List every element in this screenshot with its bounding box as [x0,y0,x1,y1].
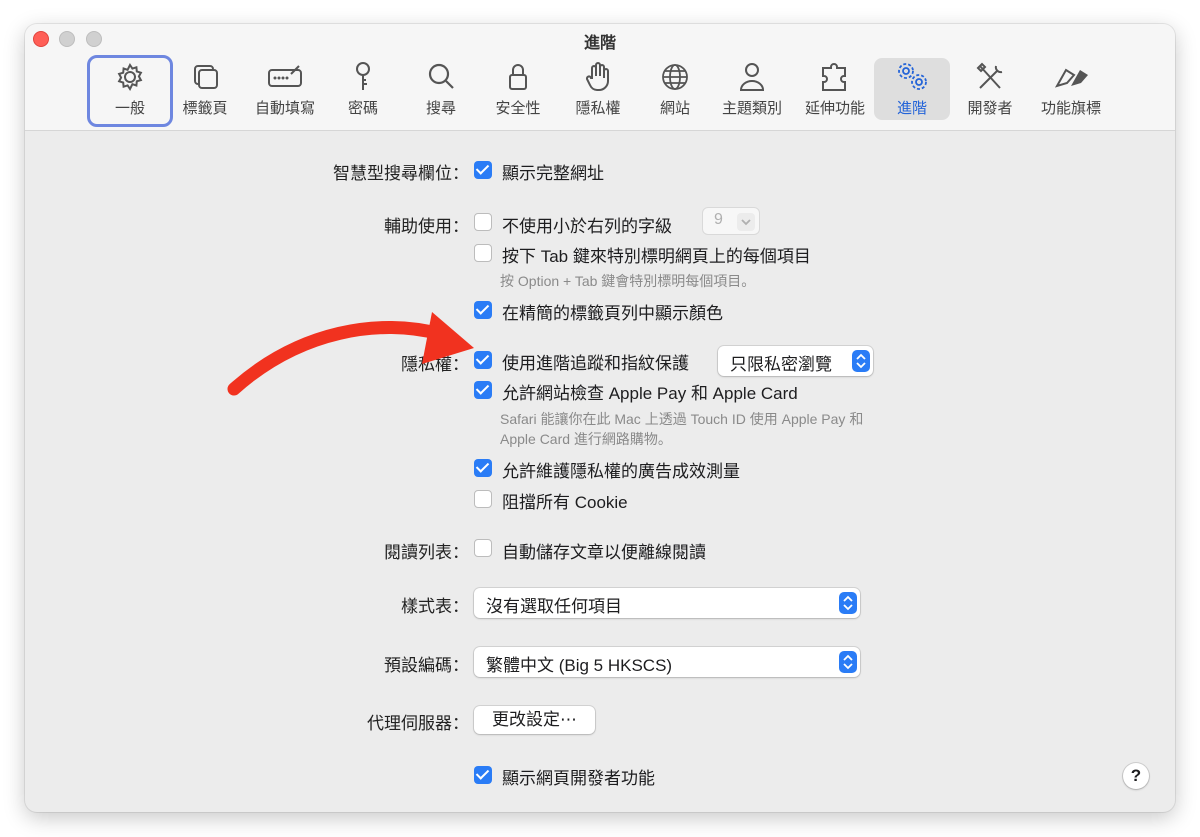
chevron-down-icon [737,213,755,231]
change-settings-button[interactable]: 更改設定⋯ [474,706,595,734]
up-down-chevron-icon [839,592,857,614]
block-cookies-checkbox[interactable] [474,490,492,508]
toolbar-label: 網站 [659,100,690,117]
stylesheet-popup[interactable]: 沒有選取任何項目 [474,588,860,618]
window-title: 進階 [583,35,616,52]
toolbar-label: 開發者 [967,100,1013,117]
tab-security[interactable]: 安全性 [485,58,551,120]
ad-measurement-checkbox[interactable] [474,459,492,477]
min-font-size-value: 9 [714,211,723,228]
tab-developer[interactable]: 開發者 [959,58,1021,120]
tab-highlight-checkbox[interactable] [474,244,492,262]
stylesheet-value: 沒有選取任何項目 [486,597,622,616]
gears-icon [898,63,927,90]
key-icon [356,62,370,90]
smart-search-label: 智慧型搜尋欄位： [333,164,469,183]
apple-pay-text: 允許網站檢查 Apple Pay 和 Apple Card [502,384,798,403]
min-font-text: 不使用小於右列的字級 [502,217,672,236]
lock-icon [509,64,527,90]
toolbar-label: 功能旗標 [1040,100,1101,117]
encoding-popup[interactable]: 繁體中文 (Big 5 HKSCS) [474,647,860,677]
tab-tabs[interactable]: 標籤頁 [175,58,235,120]
toolbar-label: 安全性 [495,100,541,117]
toolbar-label: 自動填寫 [254,100,315,117]
ad-measurement-text: 允許維護隱私權的廣告成效測量 [502,462,740,481]
accessibility-label: 輔助使用： [384,217,469,236]
save-offline-text: 自動儲存文章以便離線閱讀 [502,543,706,562]
puzzle-icon [822,63,846,91]
tracking-protection-text: 使用進階追蹤和指紋保護 [502,354,689,373]
block-cookies-text: 阻擋所有 Cookie [502,493,628,512]
toolbar-label: 延伸功能 [804,100,865,117]
show-full-address-text: 顯示完整網址 [502,164,604,183]
titlebar: 進階 一般 標籤頁 自動填寫 密碼 搜尋 安全性 隱私權 網站 主題類別 延伸功… [25,24,1175,131]
developer-features-checkbox[interactable] [474,766,492,784]
tab-search[interactable]: 搜尋 [413,58,469,120]
tracking-scope-popup[interactable]: 只限私密瀏覽 [718,346,873,376]
tab-passwords[interactable]: 密碼 [335,58,391,120]
apple-pay-hint-line1: Safari 能讓你在此 Mac 上透過 Touch ID 使用 Apple P… [500,411,864,427]
min-font-size-popup[interactable]: 9 [703,208,759,234]
gear-icon [117,63,143,91]
magnifier-icon [428,63,454,89]
proxy-label: 代理伺服器： [367,714,469,733]
tab-extensions[interactable]: 延伸功能 [797,58,873,120]
developer-features-text: 顯示網頁開發者功能 [502,769,655,788]
toolbar-label: 密碼 [347,100,378,117]
toolbar-label: 標籤頁 [182,100,228,117]
tab-highlight-hint: 按 Option + Tab 鍵會特別標明每個項目。 [500,273,756,289]
tab-feature-flags[interactable]: 功能旗標 [1033,58,1109,120]
show-full-address-checkbox[interactable] [474,161,492,179]
tab-profiles[interactable]: 主題類別 [717,58,787,120]
compact-color-checkbox[interactable] [474,301,492,319]
up-down-chevron-icon [852,350,870,372]
tab-privacy[interactable]: 隱私權 [563,58,633,120]
toolbar-label: 進階 [896,100,927,117]
tab-general[interactable]: 一般 [87,55,173,127]
tracking-scope-value: 只限私密瀏覽 [730,355,832,374]
reading-list-label: 閱讀列表： [384,543,469,562]
autofill-icon [268,65,302,87]
tab-websites[interactable]: 網站 [647,58,703,120]
globe-icon [662,64,688,90]
tab-autofill[interactable]: 自動填寫 [247,58,323,120]
flags-icon [1054,68,1088,88]
toolbar-label: 主題類別 [721,100,782,117]
tab-highlight-text: 按下 Tab 鍵來特別標明網頁上的每個項目 [502,247,811,266]
person-icon [739,63,765,91]
preferences-window: 進階 一般 標籤頁 自動填寫 密碼 搜尋 安全性 隱私權 網站 主題類別 延伸功… [25,24,1175,812]
privacy-label: 隱私權： [401,355,469,374]
apple-pay-hint-line2: Apple Card 進行網路購物。 [500,431,672,447]
hand-icon [585,62,609,91]
stylesheet-label: 樣式表： [401,597,469,616]
min-font-checkbox[interactable] [474,213,492,231]
apple-pay-checkbox[interactable] [474,381,492,399]
up-down-chevron-icon [839,651,857,673]
toolbar-label: 搜尋 [425,100,456,117]
encoding-label: 預設編碼： [384,656,469,675]
save-offline-checkbox[interactable] [474,539,492,557]
toolbar-label: 一般 [114,100,145,117]
compact-color-text: 在精簡的標籤頁列中顯示顏色 [502,304,723,323]
tools-icon [976,62,1003,89]
toolbar-label: 隱私權 [575,100,621,117]
tracking-protection-checkbox[interactable] [474,351,492,369]
encoding-value: 繁體中文 (Big 5 HKSCS) [486,656,673,675]
tabs-icon [194,65,218,89]
tab-advanced[interactable]: 進階 [874,58,950,120]
help-button[interactable]: ? [1123,763,1149,789]
